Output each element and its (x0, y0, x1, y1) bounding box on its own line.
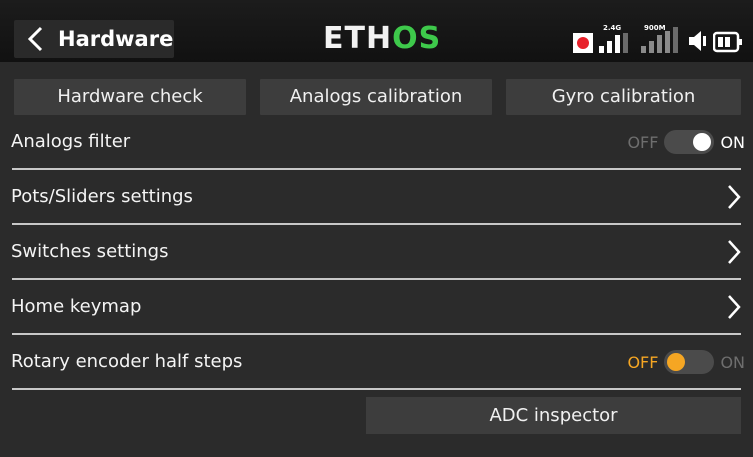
toggle-off-label: OFF (627, 352, 659, 372)
rotary-encoder-toggle[interactable]: OFF ON (627, 335, 745, 389)
toggle-knob[interactable] (693, 133, 712, 151)
signal-900m-label: 900M (644, 24, 666, 32)
toggle-track[interactable] (664, 350, 715, 374)
switches-settings-row[interactable]: Switches settings (0, 225, 753, 279)
analogs-filter-label: Analogs filter (11, 131, 131, 152)
record-icon (573, 33, 593, 53)
signal-2g4-label: 2.4G (603, 24, 621, 32)
chevron-right-icon (728, 185, 741, 209)
rotary-encoder-half-steps-label: Rotary encoder half steps (11, 351, 243, 372)
status-bar: 2.4G 900M (573, 23, 743, 53)
page-title: Hardware (58, 27, 174, 51)
toggle-on-label: ON (720, 352, 745, 372)
ethos-logo: ETHOS (323, 21, 442, 56)
analogs-filter-row[interactable]: Analogs filter OFF ON (0, 115, 753, 169)
toggle-on-label: ON (720, 132, 745, 152)
hardware-check-button[interactable]: Hardware check (14, 79, 246, 115)
chevron-right-icon (728, 240, 741, 264)
chevron-right-icon (728, 295, 741, 319)
analogs-filter-toggle[interactable]: OFF ON (627, 115, 745, 169)
pots-sliders-settings-label: Pots/Sliders settings (11, 186, 193, 207)
analogs-calibration-button[interactable]: Analogs calibration (260, 79, 492, 115)
divider (12, 388, 741, 390)
toggle-track[interactable] (664, 130, 715, 154)
toggle-off-label: OFF (627, 132, 659, 152)
home-keymap-label: Home keymap (11, 296, 142, 317)
toggle-knob[interactable] (667, 353, 686, 371)
rotary-encoder-half-steps-row[interactable]: Rotary encoder half steps OFF ON (0, 335, 753, 389)
pots-sliders-settings-row[interactable]: Pots/Sliders settings (0, 170, 753, 224)
signal-2g4-icon: 2.4G (599, 24, 628, 53)
switches-settings-label: Switches settings (11, 241, 169, 262)
battery-icon (713, 31, 742, 53)
gyro-calibration-button[interactable]: Gyro calibration (506, 79, 741, 115)
chevron-left-icon (27, 26, 43, 52)
action-button-row: Hardware check Analogs calibration Gyro … (14, 79, 741, 115)
top-bar: Hardware ETHOS 2.4G 900M (0, 0, 753, 62)
adc-inspector-button[interactable]: ADC inspector (366, 397, 741, 434)
home-keymap-row[interactable]: Home keymap (0, 280, 753, 334)
signal-900m-icon: 900M (641, 24, 678, 53)
speaker-icon (689, 31, 706, 51)
